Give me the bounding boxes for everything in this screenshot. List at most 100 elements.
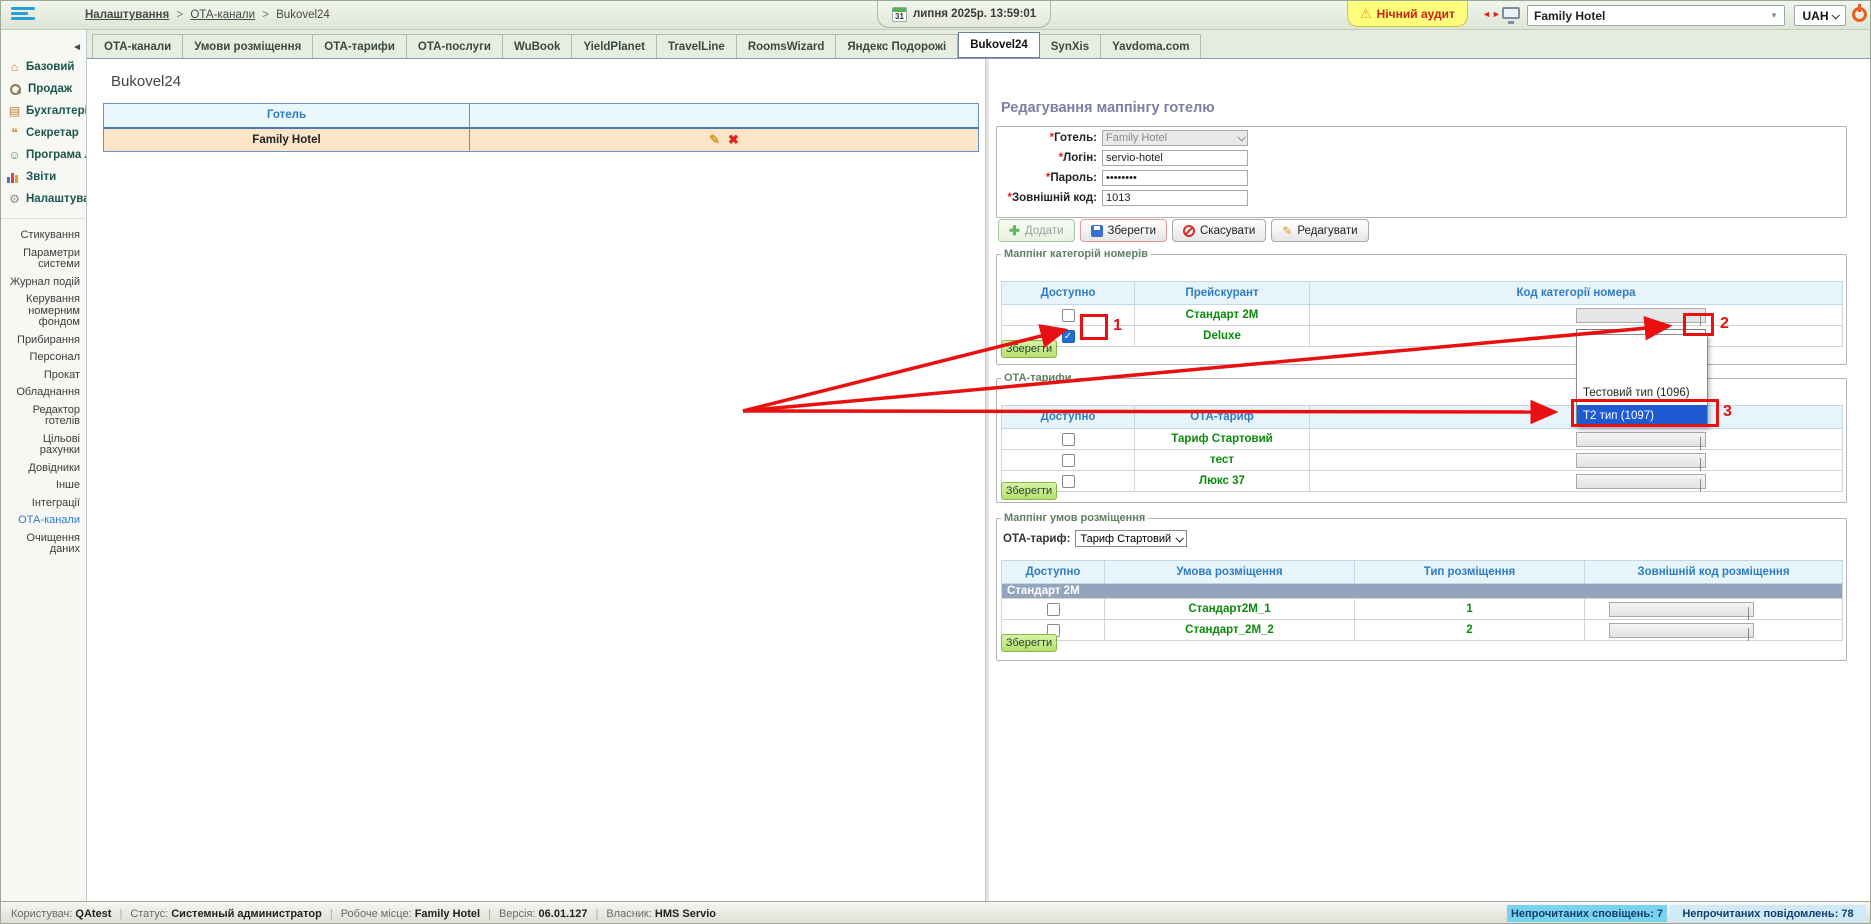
sidebar-subitem-staff[interactable]: Персонал <box>1 349 85 367</box>
available-checkbox[interactable] <box>1047 603 1060 616</box>
available-checkbox[interactable] <box>1062 309 1075 322</box>
category-mapping-fieldset: Маппінг категорій номерів Доступно Прейс… <box>996 248 1847 365</box>
menu-icon[interactable] <box>11 7 37 24</box>
currency-selector[interactable]: UAH <box>1794 5 1846 26</box>
room-code-dropdown-list: Тестовий тип (1096) Т2 тип (1097) <box>1576 334 1708 427</box>
breadcrumb-current: Bukovel24 <box>276 9 330 21</box>
sidebar-subitem-room-fund[interactable]: Керування номерним фондом <box>1 291 85 332</box>
night-audit-button[interactable]: ⚠ Нічний аудит <box>1347 1 1468 27</box>
tab-yavdoma[interactable]: Yavdoma.com <box>1101 34 1201 58</box>
sidebar-item-sales[interactable]: Продаж <box>1 78 87 100</box>
tab-bukovel24[interactable]: Bukovel24 <box>958 32 1040 58</box>
rate-filter-select[interactable]: Тариф Стартовий <box>1075 530 1187 547</box>
tab-yieldplanet[interactable]: YieldPlanet <box>572 34 657 58</box>
sidebar-item-loyalty[interactable]: ☺ Програма ло <box>1 144 87 166</box>
sidebar-item-basic[interactable]: ⌂ Базовий <box>1 56 87 78</box>
hotel-field-label: *Готель: <box>997 132 1097 144</box>
workstation-icon <box>1502 7 1520 19</box>
edit-icon[interactable]: ✎ <box>709 132 720 148</box>
rate-code-select[interactable] <box>1576 432 1706 447</box>
sidebar-item-accounting[interactable]: ▤ Бухгалтерія <box>1 100 87 122</box>
swap-arrows-icon[interactable]: ◄► <box>1482 9 1502 19</box>
sidebar-subitem-hotel-editor[interactable]: Редактор готелів <box>1 402 85 431</box>
sidebar-subitem-rental[interactable]: Прокат <box>1 367 85 385</box>
sidebar-subitem-other[interactable]: Інше <box>1 477 85 495</box>
available-checkbox[interactable] <box>1062 475 1075 488</box>
placement-code-select[interactable] <box>1609 602 1754 617</box>
status-role: Статус: Системный администратор <box>130 908 322 920</box>
tab-placement-terms[interactable]: Умови розміщення <box>183 34 313 58</box>
edit-button[interactable]: ✎Редагувати <box>1271 219 1368 242</box>
cancel-icon <box>1183 225 1195 237</box>
sidebar-subitem-equipment[interactable]: Обладнання <box>1 384 85 402</box>
sidebar-item-settings[interactable]: ⚙ Налаштуван <box>1 188 87 210</box>
sidebar-subitem-event-log[interactable]: Журнал подій <box>1 274 85 292</box>
loyalty-icon: ☺ <box>7 148 22 162</box>
hotel-name-cell[interactable]: Family Hotel <box>104 128 470 152</box>
tab-synxis[interactable]: SynXis <box>1040 34 1101 58</box>
tab-ota-channels[interactable]: ОТА-канали <box>92 34 183 58</box>
sidebar-subitem-ota-channels[interactable]: ОТА-канали <box>1 512 85 530</box>
unread-messages-badge[interactable]: Непрочитаних повідомлень: 78 <box>1670 905 1866 922</box>
datetime-widget[interactable]: 31 липня 2025р. 13:59:01 <box>877 1 1051 28</box>
hotel-field-select[interactable]: Family Hotel <box>1102 130 1248 146</box>
save-button[interactable]: Зберегти <box>1080 219 1167 242</box>
rate-code-select[interactable] <box>1576 474 1706 489</box>
collapse-sidebar-icon[interactable]: ◄ <box>72 42 82 53</box>
sidebar-subitem-target-accounts[interactable]: Цільові рахунки <box>1 431 85 460</box>
table-row: Люкс 37 <box>1002 471 1843 492</box>
delete-icon[interactable]: ✖ <box>728 132 739 148</box>
sidebar-subitem-docking[interactable]: Стикування <box>1 227 85 245</box>
dropdown-option-highlighted[interactable]: Т2 тип (1097) <box>1577 405 1707 426</box>
panel-splitter[interactable] <box>985 59 989 901</box>
sidebar-subitem-integrations[interactable]: Інтеграції <box>1 495 85 513</box>
hotel-form-fieldset: *Готель: Family Hotel *Логін: servio-hot… <box>996 126 1847 218</box>
tab-ota-services[interactable]: ОТА-послуги <box>407 34 503 58</box>
room-code-select[interactable] <box>1576 308 1706 323</box>
tab-travelline[interactable]: TravelLine <box>657 34 737 58</box>
column-header-available: Доступно <box>1002 282 1135 305</box>
placement-code-select[interactable] <box>1609 623 1754 638</box>
tab-wubook[interactable]: WuBook <box>503 34 572 58</box>
status-user: Користувач: QAtest <box>11 908 111 920</box>
hotel-selector[interactable]: Family Hotel ▼ <box>1527 5 1785 26</box>
table-row: Стандарт2М_1 1 <box>1002 599 1843 620</box>
tab-yandex-travel[interactable]: Яндекс Подорожі <box>836 34 958 58</box>
password-field-label: *Пароль: <box>997 172 1097 184</box>
sidebar-item-secretary[interactable]: ❝ Секретар <box>1 122 87 144</box>
floppy-icon <box>1091 225 1103 237</box>
available-checkbox[interactable] <box>1062 433 1075 446</box>
breadcrumb-ota-channels[interactable]: ОТА-канали <box>190 9 255 21</box>
panel-toolbar: ✚Додати Зберегти Скасувати ✎Редагувати <box>998 219 1369 242</box>
login-field[interactable]: servio-hotel <box>1102 150 1248 166</box>
dropdown-option[interactable]: Тестовий тип (1096) <box>1577 381 1707 405</box>
breadcrumb-settings[interactable]: Налаштування <box>85 9 169 21</box>
tab-ota-rates[interactable]: ОТА-тарифи <box>313 34 407 58</box>
password-field[interactable]: •••••••• <box>1102 170 1248 186</box>
tab-roomswizard[interactable]: RoomsWizard <box>737 34 837 58</box>
category-mapping-table: Доступно Прейскурант Код категорії номер… <box>1001 281 1843 347</box>
cancel-button[interactable]: Скасувати <box>1172 219 1266 242</box>
sidebar-subitem-data-cleanup[interactable]: Очищення даних <box>1 530 85 559</box>
sidebar-subitem-system-params[interactable]: Параметри системи <box>1 245 85 274</box>
placement-type: 1 <box>1355 599 1585 620</box>
settings-submenu: Стикування Параметри системи Журнал поді… <box>1 218 85 559</box>
save-ota-rates-button[interactable]: Зберегти <box>1001 482 1057 500</box>
external-code-field[interactable]: 1013 <box>1102 190 1248 206</box>
available-checkbox[interactable] <box>1062 330 1075 343</box>
power-icon[interactable] <box>1852 7 1867 22</box>
rate-code-select[interactable] <box>1576 453 1706 468</box>
column-header-placement-term: Умова розміщення <box>1105 561 1355 584</box>
sidebar-item-reports[interactable]: Звіти <box>1 166 87 188</box>
table-row: Deluxe <box>1002 326 1843 347</box>
placement-mapping-legend: Маппінг умов розміщення <box>1001 512 1148 524</box>
unread-notifications-badge[interactable]: Непрочитаних сповіщень: 7 <box>1507 905 1667 922</box>
table-row[interactable]: Family Hotel ✎ ✖ <box>104 128 979 152</box>
dropdown-option-empty[interactable] <box>1577 335 1707 381</box>
available-checkbox[interactable] <box>1062 454 1075 467</box>
add-button[interactable]: ✚Додати <box>998 219 1075 242</box>
sidebar-subitem-directories[interactable]: Довідники <box>1 460 85 478</box>
save-placement-button[interactable]: Зберегти <box>1001 634 1057 652</box>
save-categories-button[interactable]: Зберегти <box>1001 340 1057 358</box>
sidebar-subitem-housekeeping[interactable]: Прибирання <box>1 332 85 350</box>
